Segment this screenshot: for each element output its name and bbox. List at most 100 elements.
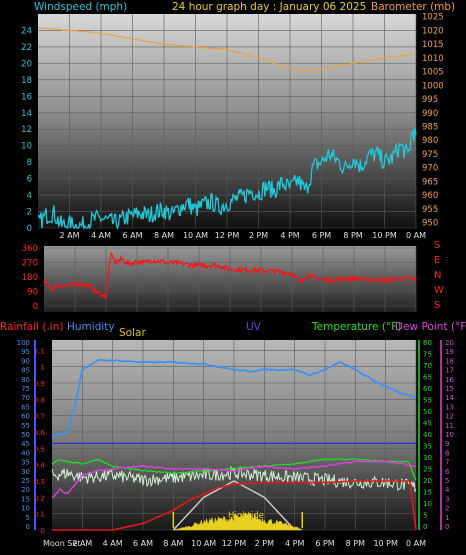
time-tick-label: 8 PM <box>343 231 362 240</box>
rainfall-tick-label: 0.1 <box>34 511 45 519</box>
panel-weather-time-axis: 2 AM 4 AM 6 AM 8 AM 10 AM 12 PM 2 PM 4 PM 6 PM 8 … <box>72 539 426 548</box>
baro-tick-label: 990 <box>422 109 438 119</box>
legend-temperature: Temperature (°F) <box>311 321 401 333</box>
dewpoint-tick-label: 3 <box>445 495 449 503</box>
dewpoint-tick-label: 14 <box>445 394 454 402</box>
direction-tick-label: 0 <box>33 302 38 312</box>
baro-tick-label: 1025 <box>422 13 444 23</box>
baro-tick-label: 970 <box>422 164 438 174</box>
baro-axis-ticks: 950 955 960 965 970 975 980 985 990 995 1000 1005 10… <box>422 13 444 229</box>
time-tick-label: 2 AM <box>59 231 79 240</box>
rainfall-tick-label: 0.4 <box>34 462 46 470</box>
time-tick-label: 6 AM <box>122 231 142 240</box>
dewpoint-tick-label: 0 <box>445 523 449 531</box>
temperature-tick-label: 50 <box>423 408 432 416</box>
time-tick-label: 0 AM <box>406 231 426 240</box>
time-tick-label: 0 AM <box>406 539 426 548</box>
dewpoint-tick-label: 15 <box>445 385 454 393</box>
dewpoint-tick-label: 1 <box>445 514 449 522</box>
temperature-tick-label: 0 <box>423 523 427 531</box>
dewpoint-tick-label: 5 <box>445 477 449 485</box>
humidity-tick-label: 20 <box>21 486 30 494</box>
time-tick-label: 8 PM <box>346 539 365 548</box>
temperature-tick-label: 5 <box>423 512 427 520</box>
humidity-tick-label: 70 <box>21 394 30 402</box>
baro-tick-label: 1010 <box>422 54 444 64</box>
weather-graph: Windspeed (mph) 24 hour graph day : Janu… <box>0 0 466 555</box>
direction-compass-labels: SENWS <box>434 240 444 311</box>
temperature-tick-label: 25 <box>423 466 432 474</box>
baro-tick-label: 985 <box>422 122 438 132</box>
rainfall-tick-label: 0 <box>41 527 45 535</box>
time-tick-label: 12 PM <box>222 539 247 548</box>
humidity-tick-label: 35 <box>21 459 30 467</box>
wind-tick-label: 2 <box>27 208 32 218</box>
temperature-tick-label: 65 <box>423 374 432 382</box>
baro-tick-label: 965 <box>422 177 438 187</box>
legend-rainfall: Rainfall (.in) <box>0 321 63 333</box>
wind-tick-label: 14 <box>21 109 32 119</box>
dewpoint-tick-label: 11 <box>445 422 454 430</box>
baro-tick-label: 975 <box>422 150 438 160</box>
temperature-tick-label: 55 <box>423 397 432 405</box>
humidity-tick-label: 10 <box>21 505 30 513</box>
header-right-label: Barometer (mb) <box>371 1 455 13</box>
time-tick-label: 6 PM <box>315 539 334 548</box>
dewpoint-tick-label: 2 <box>445 505 449 513</box>
baro-tick-label: 960 <box>422 191 438 201</box>
compass-label: S <box>434 240 440 251</box>
dewpoint-axis-ticks: 01234567891011121314151617181920 <box>445 339 454 531</box>
time-tick-label: 12 PM <box>215 231 240 240</box>
dewpoint-tick-label: 12 <box>445 413 454 421</box>
direction-tick-label: 180 <box>22 273 38 283</box>
rainfall-tick-label: 0.6 <box>34 429 46 437</box>
direction-tick-label: 270 <box>22 259 38 269</box>
wind-tick-label: 10 <box>21 142 32 152</box>
rainfall-tick-label: 1.1 <box>34 347 45 355</box>
humidity-tick-label: 45 <box>21 440 30 448</box>
baro-tick-label: 1015 <box>422 40 444 50</box>
humidity-tick-label: 15 <box>21 495 30 503</box>
rainfall-tick-label: 0.2 <box>34 494 45 502</box>
direction-tick-label: 360 <box>22 244 38 254</box>
temperature-tick-label: 10 <box>423 500 432 508</box>
compass-label: S <box>434 300 440 311</box>
time-tick-label: 2 PM <box>249 231 268 240</box>
time-tick-label: 10 AM <box>191 539 216 548</box>
dewpoint-tick-label: 17 <box>445 367 454 375</box>
wind-tick-label: 24 <box>21 26 32 36</box>
dewpoint-tick-label: 6 <box>445 468 450 476</box>
baro-tick-label: 955 <box>422 205 438 215</box>
annotation-hightide: Hightide <box>228 511 264 521</box>
temperature-tick-label: 20 <box>423 477 432 485</box>
baro-tick-label: 980 <box>422 136 438 146</box>
wind-tick-label: 22 <box>21 43 32 53</box>
wind-tick-label: 20 <box>21 59 32 69</box>
rainfall-tick-label: 0.7 <box>34 413 45 421</box>
baro-tick-label: 1005 <box>422 68 444 78</box>
dewpoint-tick-label: 16 <box>445 376 454 384</box>
temperature-tick-label: 75 <box>423 351 432 359</box>
chart-canvas: Windspeed (mph) 24 hour graph day : Janu… <box>0 1 466 548</box>
wind-tick-label: 16 <box>21 92 32 102</box>
legend-uv: UV <box>246 321 262 333</box>
wind-tick-label: 6 <box>27 175 32 185</box>
dewpoint-tick-label: 19 <box>445 348 454 356</box>
time-tick-label: 4 PM <box>285 539 304 548</box>
wind-axis-ticks: 024681012141618202224 <box>21 26 32 234</box>
time-tick-label: 10 PM <box>372 231 397 240</box>
legend-humidity: Humidity <box>67 321 115 333</box>
dewpoint-tick-label: 7 <box>445 459 449 467</box>
dewpoint-tick-label: 13 <box>445 403 454 411</box>
compass-label: E <box>434 255 440 266</box>
humidity-tick-label: 55 <box>21 422 30 430</box>
wind-tick-label: 4 <box>27 191 32 201</box>
humidity-tick-label: 65 <box>21 403 30 411</box>
dewpoint-tick-label: 18 <box>445 357 454 365</box>
temperature-tick-label: 35 <box>423 443 432 451</box>
wind-tick-label: 18 <box>21 76 32 86</box>
humidity-tick-label: 100 <box>17 339 30 347</box>
wind-tick-label: 12 <box>21 125 32 135</box>
wind-tick-label: 8 <box>27 158 32 168</box>
baro-tick-label: 1000 <box>422 81 444 91</box>
